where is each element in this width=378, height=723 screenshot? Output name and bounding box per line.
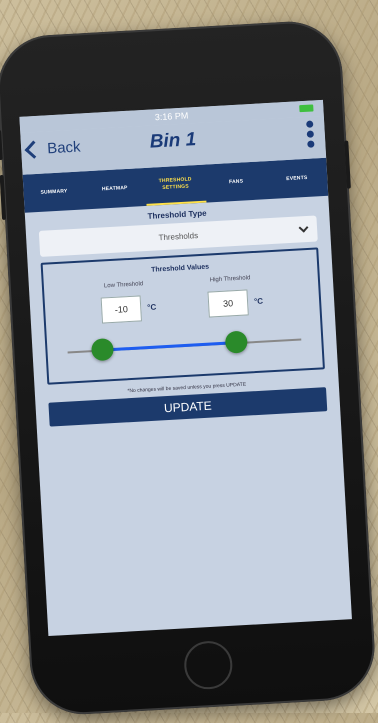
threshold-content: Threshold Type Thresholds Threshold Valu…	[25, 202, 340, 428]
phone-device: 3:16 PM Back Bin 1 SUMMARY HEATMAP THRES…	[0, 0, 378, 723]
tab-threshold-settings[interactable]: THRESHOLD SETTINGS	[144, 164, 207, 206]
tab-heatmap[interactable]: HEATMAP	[84, 183, 145, 193]
threshold-values-heading: Threshold Values	[150, 263, 210, 274]
high-threshold-handle[interactable]	[224, 330, 248, 354]
tab-summary[interactable]: SUMMARY	[23, 187, 84, 197]
threshold-values-card: Threshold Values Low Threshold High Thre…	[40, 247, 325, 385]
chevron-down-icon	[298, 222, 309, 233]
tab-events[interactable]: EVENTS	[266, 173, 327, 183]
threshold-slider-range	[101, 341, 234, 352]
tab-fans[interactable]: FANS	[206, 177, 267, 187]
battery-icon	[299, 104, 314, 113]
threshold-type-value: Thresholds	[158, 230, 199, 242]
low-threshold-unit: °C	[146, 302, 157, 313]
high-threshold-label: High Threshold	[209, 275, 251, 284]
high-threshold-input[interactable]: 30	[207, 289, 249, 318]
low-threshold-label: Low Threshold	[103, 281, 144, 290]
status-time: 3:16 PM	[154, 110, 189, 123]
low-threshold-input[interactable]: -10	[100, 295, 142, 324]
high-threshold-unit: °C	[253, 296, 264, 307]
app-screen: 3:16 PM Back Bin 1 SUMMARY HEATMAP THRES…	[19, 99, 352, 637]
low-threshold-handle[interactable]	[90, 337, 115, 362]
more-menu-icon[interactable]	[306, 120, 315, 148]
